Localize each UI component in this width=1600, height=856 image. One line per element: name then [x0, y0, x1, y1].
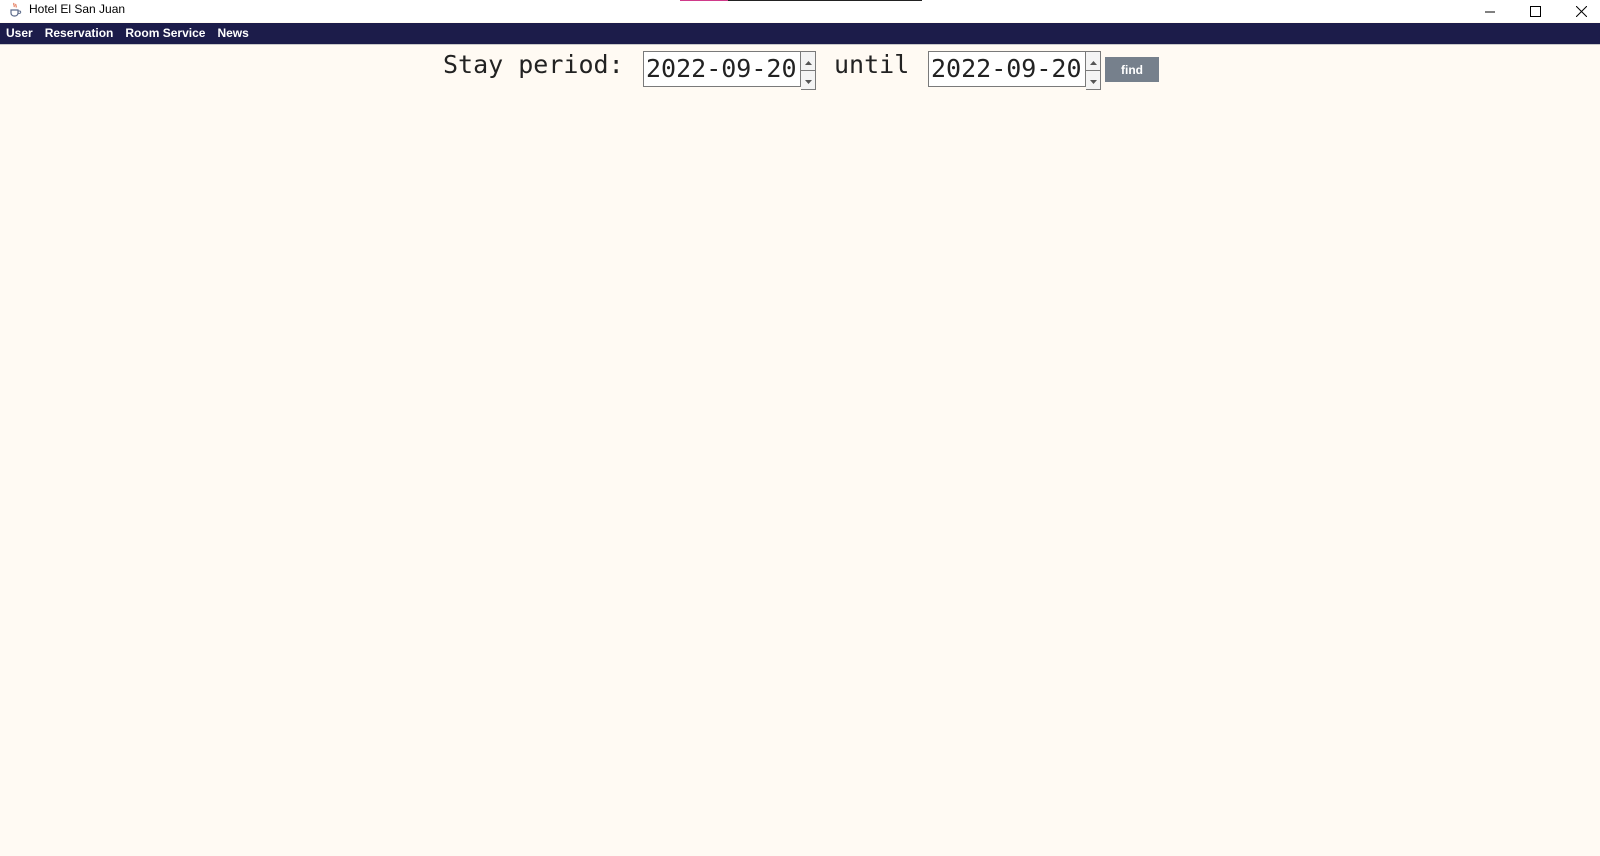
title-accent-line: [680, 0, 922, 1]
close-button[interactable]: [1558, 0, 1600, 22]
to-date-field[interactable]: 2022-09-20: [928, 51, 1086, 87]
arrow-up-icon: [1089, 52, 1097, 70]
maximize-button[interactable]: [1512, 0, 1558, 22]
menu-bar: User Reservation Room Service News: [0, 23, 1600, 44]
menu-room-service[interactable]: Room Service: [119, 23, 211, 44]
window-title: Hotel El San Juan: [29, 2, 126, 16]
from-date-increment-button[interactable]: [801, 51, 816, 71]
from-date-decrement-button[interactable]: [801, 71, 816, 90]
to-date-spinner: 2022-09-20: [928, 51, 1101, 90]
app-window: Hotel El San Juan User Reservation Room …: [0, 0, 1600, 856]
arrow-down-icon: [1089, 71, 1097, 89]
to-date-decrement-button[interactable]: [1086, 71, 1101, 90]
from-date-field[interactable]: 2022-09-20: [643, 51, 801, 87]
menu-reservation[interactable]: Reservation: [39, 23, 120, 44]
find-button[interactable]: find: [1105, 57, 1159, 82]
to-date-increment-button[interactable]: [1086, 51, 1101, 71]
title-bar: Hotel El San Juan: [0, 0, 1600, 22]
arrow-up-icon: [804, 52, 812, 70]
menu-user[interactable]: User: [0, 23, 39, 44]
stay-period-label: Stay period:: [443, 50, 624, 79]
from-date-arrows: [801, 51, 816, 90]
minimize-icon: [1484, 6, 1496, 17]
until-label: until: [834, 50, 910, 79]
maximize-icon: [1529, 5, 1541, 17]
arrow-down-icon: [804, 71, 812, 89]
minimize-button[interactable]: [1467, 0, 1513, 22]
menu-news[interactable]: News: [211, 23, 254, 44]
main-content: Stay period: 2022-09-20 until 2022-09-20: [0, 45, 1600, 856]
from-date-spinner: 2022-09-20: [643, 51, 816, 90]
to-date-arrows: [1086, 51, 1101, 90]
java-cup-icon: [7, 1, 23, 17]
close-icon: [1575, 5, 1587, 17]
